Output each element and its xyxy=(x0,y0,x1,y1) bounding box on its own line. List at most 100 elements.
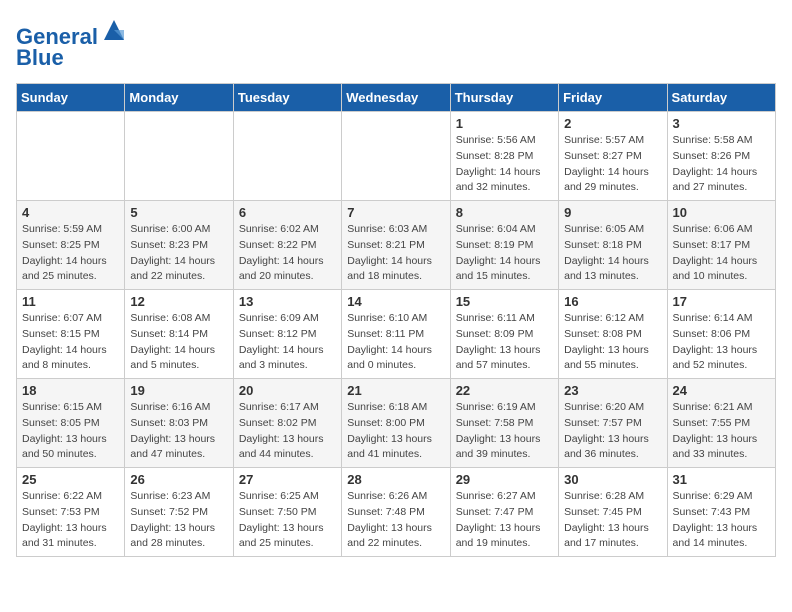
day-info: Sunrise: 5:56 AMSunset: 8:28 PMDaylight:… xyxy=(456,133,553,196)
day-number: 11 xyxy=(22,294,119,309)
week-row-3: 11Sunrise: 6:07 AMSunset: 8:15 PMDayligh… xyxy=(17,290,776,379)
day-info: Sunrise: 6:04 AMSunset: 8:19 PMDaylight:… xyxy=(456,222,553,285)
day-number: 16 xyxy=(564,294,661,309)
day-cell-8: 8 Sunrise: 6:04 AMSunset: 8:19 PMDaylight… xyxy=(450,201,558,290)
day-info: Sunrise: 6:22 AMSunset: 7:53 PMDaylight:… xyxy=(22,489,119,552)
day-info: Sunrise: 6:28 AMSunset: 7:45 PMDaylight:… xyxy=(564,489,661,552)
day-info: Sunrise: 6:02 AMSunset: 8:22 PMDaylight:… xyxy=(239,222,336,285)
day-cell-16: 16 Sunrise: 6:12 AMSunset: 8:08 PMDayligh… xyxy=(559,290,667,379)
weekday-header-thursday: Thursday xyxy=(450,84,558,112)
day-cell-26: 26 Sunrise: 6:23 AMSunset: 7:52 PMDayligh… xyxy=(125,468,233,557)
day-number: 30 xyxy=(564,472,661,487)
day-number: 4 xyxy=(22,205,119,220)
day-cell-24: 24 Sunrise: 6:21 AMSunset: 7:55 PMDayligh… xyxy=(667,379,775,468)
day-info: Sunrise: 6:20 AMSunset: 7:57 PMDaylight:… xyxy=(564,400,661,463)
weekday-header-row: SundayMondayTuesdayWednesdayThursdayFrid… xyxy=(17,84,776,112)
day-number: 31 xyxy=(673,472,770,487)
day-number: 21 xyxy=(347,383,444,398)
day-number: 28 xyxy=(347,472,444,487)
day-number: 19 xyxy=(130,383,227,398)
day-info: Sunrise: 6:25 AMSunset: 7:50 PMDaylight:… xyxy=(239,489,336,552)
day-info: Sunrise: 6:11 AMSunset: 8:09 PMDaylight:… xyxy=(456,311,553,374)
page-header: General Blue xyxy=(16,16,776,71)
day-number: 12 xyxy=(130,294,227,309)
day-number: 6 xyxy=(239,205,336,220)
logo-icon xyxy=(100,16,128,44)
day-cell-27: 27Sunrise: 6:25 AMSunset: 7:50 PMDayligh… xyxy=(233,468,341,557)
day-cell-2: 2 Sunrise: 5:57 AMSunset: 8:27 PMDaylight… xyxy=(559,112,667,201)
day-number: 7 xyxy=(347,205,444,220)
day-cell-18: 18 Sunrise: 6:15 AMSunset: 8:05 PMDayligh… xyxy=(17,379,125,468)
day-info: Sunrise: 6:21 AMSunset: 7:55 PMDaylight:… xyxy=(673,400,770,463)
day-cell-19: 19Sunrise: 6:16 AMSunset: 8:03 PMDayligh… xyxy=(125,379,233,468)
day-info: Sunrise: 6:00 AMSunset: 8:23 PMDaylight:… xyxy=(130,222,227,285)
day-info: Sunrise: 6:17 AMSunset: 8:02 PMDaylight:… xyxy=(239,400,336,463)
day-number: 13 xyxy=(239,294,336,309)
day-number: 2 xyxy=(564,116,661,131)
day-cell-13: 13Sunrise: 6:09 AMSunset: 8:12 PMDayligh… xyxy=(233,290,341,379)
day-cell-22: 22Sunrise: 6:19 AMSunset: 7:58 PMDayligh… xyxy=(450,379,558,468)
day-cell-14: 14Sunrise: 6:10 AMSunset: 8:11 PMDayligh… xyxy=(342,290,450,379)
day-info: Sunrise: 6:29 AMSunset: 7:43 PMDaylight:… xyxy=(673,489,770,552)
day-number: 23 xyxy=(564,383,661,398)
day-cell-23: 23 Sunrise: 6:20 AMSunset: 7:57 PMDayligh… xyxy=(559,379,667,468)
week-row-5: 25 Sunrise: 6:22 AMSunset: 7:53 PMDayligh… xyxy=(17,468,776,557)
weekday-header-wednesday: Wednesday xyxy=(342,84,450,112)
day-cell-17: 17 Sunrise: 6:14 AMSunset: 8:06 PMDayligh… xyxy=(667,290,775,379)
day-cell-10: 10 Sunrise: 6:06 AMSunset: 8:17 PMDayligh… xyxy=(667,201,775,290)
day-info: Sunrise: 6:14 AMSunset: 8:06 PMDaylight:… xyxy=(673,311,770,374)
weekday-header-saturday: Saturday xyxy=(667,84,775,112)
day-cell-4: 4 Sunrise: 5:59 AMSunset: 8:25 PMDaylight… xyxy=(17,201,125,290)
day-info: Sunrise: 6:15 AMSunset: 8:05 PMDaylight:… xyxy=(22,400,119,463)
day-number: 25 xyxy=(22,472,119,487)
weekday-header-tuesday: Tuesday xyxy=(233,84,341,112)
calendar-table: SundayMondayTuesdayWednesdayThursdayFrid… xyxy=(16,83,776,557)
day-cell-1: 1 Sunrise: 5:56 AMSunset: 8:28 PMDaylight… xyxy=(450,112,558,201)
day-cell-12: 12 Sunrise: 6:08 AMSunset: 8:14 PMDayligh… xyxy=(125,290,233,379)
day-cell-25: 25 Sunrise: 6:22 AMSunset: 7:53 PMDayligh… xyxy=(17,468,125,557)
day-number: 26 xyxy=(130,472,227,487)
weekday-header-monday: Monday xyxy=(125,84,233,112)
day-info: Sunrise: 6:12 AMSunset: 8:08 PMDaylight:… xyxy=(564,311,661,374)
day-number: 9 xyxy=(564,205,661,220)
day-info: Sunrise: 5:57 AMSunset: 8:27 PMDaylight:… xyxy=(564,133,661,196)
week-row-2: 4 Sunrise: 5:59 AMSunset: 8:25 PMDaylight… xyxy=(17,201,776,290)
day-number: 1 xyxy=(456,116,553,131)
day-number: 20 xyxy=(239,383,336,398)
day-cell-31: 31 Sunrise: 6:29 AMSunset: 7:43 PMDayligh… xyxy=(667,468,775,557)
day-info: Sunrise: 6:06 AMSunset: 8:17 PMDaylight:… xyxy=(673,222,770,285)
empty-cell xyxy=(17,112,125,201)
logo: General Blue xyxy=(16,16,128,71)
week-row-4: 18 Sunrise: 6:15 AMSunset: 8:05 PMDayligh… xyxy=(17,379,776,468)
day-number: 17 xyxy=(673,294,770,309)
day-info: Sunrise: 6:23 AMSunset: 7:52 PMDaylight:… xyxy=(130,489,227,552)
day-info: Sunrise: 6:03 AMSunset: 8:21 PMDaylight:… xyxy=(347,222,444,285)
week-row-1: 1 Sunrise: 5:56 AMSunset: 8:28 PMDaylight… xyxy=(17,112,776,201)
day-number: 3 xyxy=(673,116,770,131)
day-number: 15 xyxy=(456,294,553,309)
day-cell-7: 7 Sunrise: 6:03 AMSunset: 8:21 PMDaylight… xyxy=(342,201,450,290)
day-info: Sunrise: 6:19 AMSunset: 7:58 PMDaylight:… xyxy=(456,400,553,463)
day-cell-9: 9Sunrise: 6:05 AMSunset: 8:18 PMDaylight… xyxy=(559,201,667,290)
day-info: Sunrise: 5:58 AMSunset: 8:26 PMDaylight:… xyxy=(673,133,770,196)
weekday-header-friday: Friday xyxy=(559,84,667,112)
weekday-header-sunday: Sunday xyxy=(17,84,125,112)
day-number: 14 xyxy=(347,294,444,309)
day-info: Sunrise: 6:26 AMSunset: 7:48 PMDaylight:… xyxy=(347,489,444,552)
day-number: 24 xyxy=(673,383,770,398)
day-cell-20: 20 Sunrise: 6:17 AMSunset: 8:02 PMDayligh… xyxy=(233,379,341,468)
empty-cell xyxy=(342,112,450,201)
day-cell-29: 29 Sunrise: 6:27 AMSunset: 7:47 PMDayligh… xyxy=(450,468,558,557)
empty-cell xyxy=(233,112,341,201)
day-number: 29 xyxy=(456,472,553,487)
day-cell-5: 5Sunrise: 6:00 AMSunset: 8:23 PMDaylight… xyxy=(125,201,233,290)
day-cell-28: 28 Sunrise: 6:26 AMSunset: 7:48 PMDayligh… xyxy=(342,468,450,557)
day-number: 8 xyxy=(456,205,553,220)
day-number: 10 xyxy=(673,205,770,220)
day-number: 18 xyxy=(22,383,119,398)
day-cell-15: 15 Sunrise: 6:11 AMSunset: 8:09 PMDayligh… xyxy=(450,290,558,379)
day-info: Sunrise: 6:27 AMSunset: 7:47 PMDaylight:… xyxy=(456,489,553,552)
day-cell-6: 6 Sunrise: 6:02 AMSunset: 8:22 PMDaylight… xyxy=(233,201,341,290)
day-info: Sunrise: 6:08 AMSunset: 8:14 PMDaylight:… xyxy=(130,311,227,374)
day-info: Sunrise: 5:59 AMSunset: 8:25 PMDaylight:… xyxy=(22,222,119,285)
